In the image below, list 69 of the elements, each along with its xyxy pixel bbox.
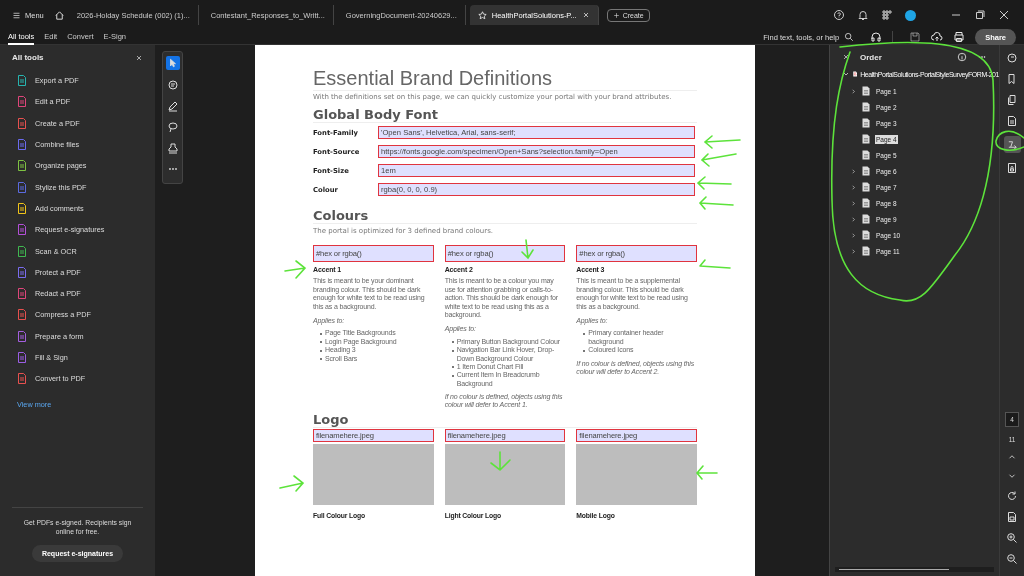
page-icon (862, 198, 870, 208)
home-icon[interactable] (53, 9, 65, 21)
bell-icon[interactable] (857, 9, 869, 21)
page-icon (862, 214, 870, 224)
page-icon (862, 86, 870, 96)
section-heading: Logo (313, 411, 697, 428)
annotation-arrow (284, 260, 307, 279)
maximize-icon[interactable] (974, 9, 986, 21)
chevron-down-icon[interactable] (842, 70, 850, 78)
info-icon[interactable] (957, 52, 967, 62)
close-icon[interactable] (135, 53, 143, 62)
lasso-icon[interactable] (166, 121, 179, 133)
menu-icon[interactable] (12, 10, 21, 20)
annotation-arrow (700, 153, 737, 167)
help-icon[interactable] (833, 9, 845, 21)
pdf-file-icon (853, 69, 858, 79)
page-icon (862, 150, 870, 160)
page-title: Essential Brand Definitions (313, 67, 697, 91)
pages-icon[interactable] (1006, 94, 1018, 106)
annotation-arrow (279, 475, 305, 492)
panel-title: All tools (12, 53, 44, 62)
lock-document-icon[interactable] (1006, 162, 1018, 174)
document-icon[interactable] (1006, 115, 1018, 127)
close-icon[interactable] (842, 53, 850, 61)
page-icon (862, 166, 870, 176)
annotation-arrow (696, 176, 732, 190)
annotation-arrow (490, 451, 511, 472)
star-icon[interactable] (477, 10, 487, 20)
pen-icon[interactable] (166, 100, 179, 112)
section-heading: Global Body Font (313, 107, 697, 123)
page-icon (862, 102, 870, 112)
close-icon[interactable] (581, 11, 590, 19)
save-icon[interactable] (909, 31, 922, 43)
panel-title: Order (860, 52, 883, 62)
headphones-icon[interactable] (870, 31, 883, 43)
zoom-out-icon[interactable] (1006, 553, 1018, 565)
page-icon (862, 118, 870, 128)
rotate-icon[interactable] (1006, 490, 1018, 502)
comment-bubble-icon[interactable] (1006, 52, 1018, 64)
page-icon (862, 134, 870, 144)
page-icon (862, 182, 870, 192)
annotation-arrow (703, 135, 741, 149)
comment-icon[interactable] (166, 79, 179, 91)
bullet-icon (451, 341, 454, 344)
annotation-arrow (698, 196, 734, 210)
plus-icon[interactable] (612, 11, 620, 19)
chevron-right-icon[interactable] (850, 87, 857, 95)
horizontal-scrollbar[interactable] (835, 567, 994, 572)
page-size-icon[interactable] (1006, 511, 1018, 523)
close-icon[interactable] (998, 9, 1010, 21)
section-heading: Colours (313, 208, 697, 224)
bullet-icon (583, 332, 586, 335)
print-icon[interactable] (953, 31, 966, 43)
apps-grid-icon[interactable] (881, 9, 893, 21)
page-icon (862, 246, 870, 256)
stamp-icon[interactable] (166, 142, 179, 154)
page-icon (862, 230, 870, 240)
upload-cloud-icon[interactable] (931, 31, 944, 43)
zoom-in-icon[interactable] (1006, 532, 1018, 544)
bullet-icon (583, 349, 586, 352)
annotation-arrow (695, 465, 718, 480)
bullet-icon (451, 349, 454, 352)
avatar[interactable] (905, 9, 916, 21)
annotation-arrow (699, 259, 731, 269)
bullet-icon (451, 374, 454, 377)
bookmark-icon[interactable] (1006, 73, 1018, 85)
bullet-icon (451, 366, 454, 369)
annotation-arrow (521, 239, 534, 260)
search-icon[interactable] (844, 32, 855, 42)
